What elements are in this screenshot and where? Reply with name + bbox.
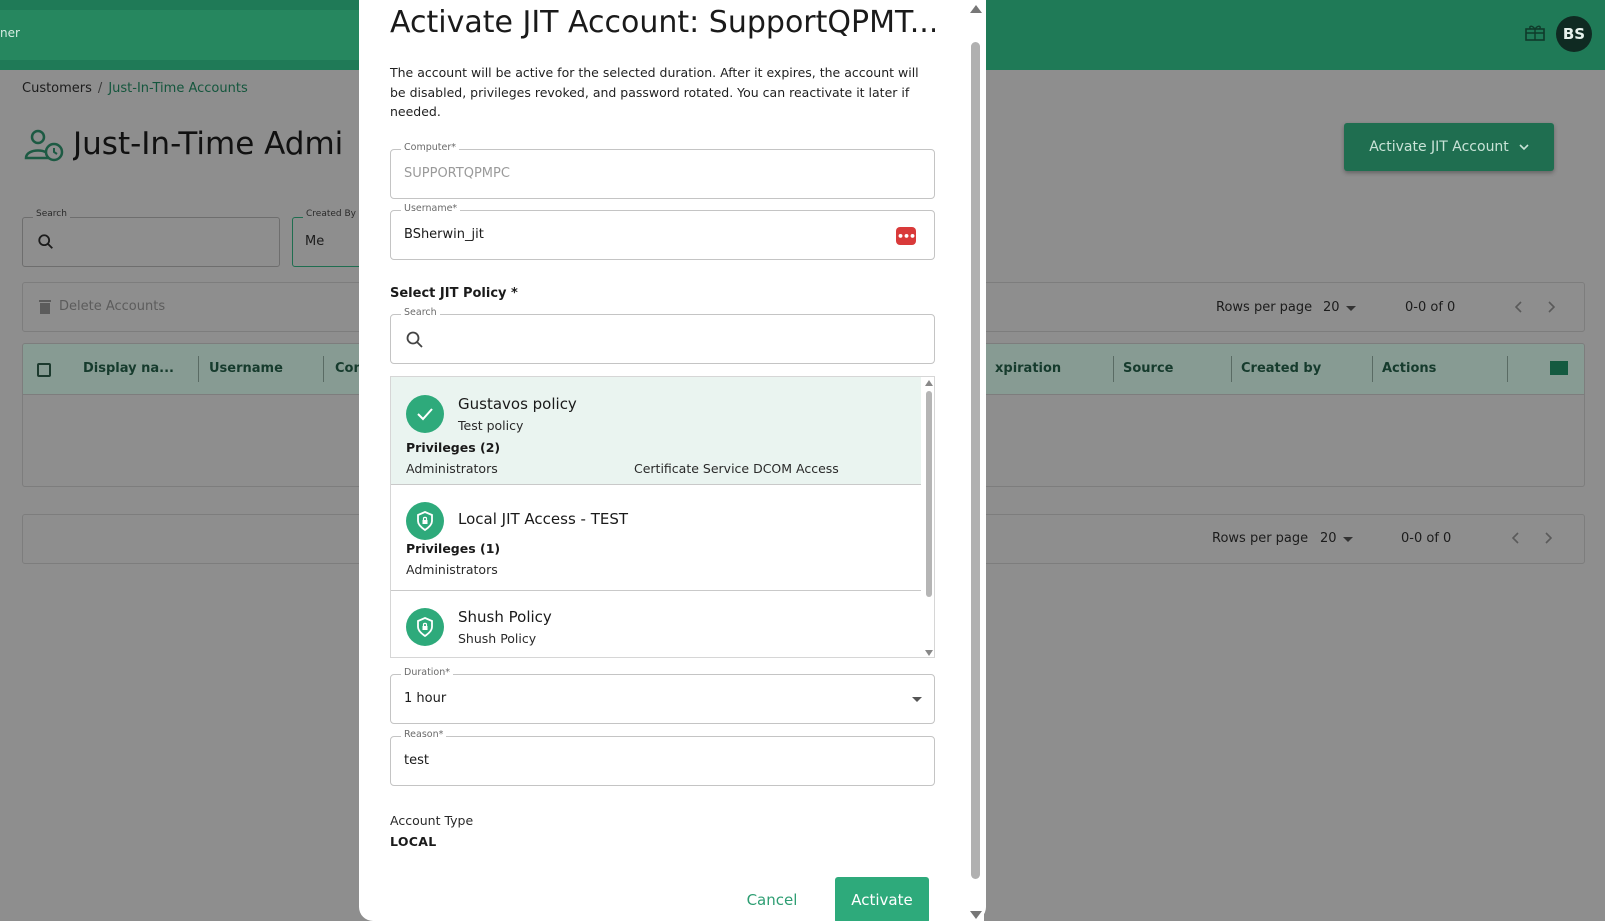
scroll-up-arrow-icon[interactable] [925,380,933,386]
created-by-value: Me [305,234,325,249]
activate-jit-account-label: Activate JIT Account [1369,139,1509,155]
privilege-item: Certificate Service DCOM Access [634,461,839,476]
footer-pagination-range: 0-0 of 0 [1401,531,1452,546]
policy-description: Test policy [458,418,524,433]
rows-per-page-select[interactable]: 20 [1323,300,1340,315]
search-filter-field[interactable]: Search [22,209,280,267]
reason-field[interactable]: Reason* test [390,729,935,786]
select-jit-policy-label: Select JIT Policy * [390,286,518,301]
username-label: Username* [401,203,461,214]
column-divider[interactable] [198,356,199,382]
search-filter-label: Search [33,209,70,219]
created-by-label: Created By [303,209,359,219]
reason-label: Reason* [401,729,447,740]
dialog-description: The account will be active for the selec… [390,65,919,119]
computer-field: Computer* SUPPORTQPMPC [390,142,935,199]
next-page-icon[interactable] [1547,301,1555,313]
shield-lock-icon [406,608,444,646]
user-clock-icon [24,129,64,162]
policy-name: Local JIT Access - TEST [458,510,629,528]
breadcrumb-item-jit-accounts[interactable]: Just-In-Time Accounts [108,81,247,96]
nav-tab-highlight [0,10,360,60]
policy-name: Shush Policy [458,608,552,626]
breadcrumb-item-customers[interactable]: Customers [22,81,92,96]
activate-button[interactable]: Activate [835,877,929,921]
username-value: BSherwin_jit [404,227,484,242]
app-brand-fragment: ner [0,26,20,40]
rows-per-page-label: Rows per page [1216,300,1313,315]
duration-select[interactable]: Duration* 1 hour [390,667,935,724]
scroll-up-arrow-icon[interactable] [970,5,982,13]
policy-item[interactable]: Local JIT Access - TEST Privileges (1) A… [391,485,921,591]
created-by-filter[interactable]: Created By Me [292,209,362,267]
user-avatar[interactable]: BS [1556,16,1592,52]
scrollbar-thumb[interactable] [926,391,932,597]
privilege-item: Administrators [406,562,498,577]
policy-item[interactable]: Gustavos policy Test policy Privileges (… [391,377,921,485]
trash-icon [39,300,51,314]
scrollbar-thumb[interactable] [971,42,980,879]
username-field[interactable]: Username* BSherwin_jit ••• [390,203,935,260]
computer-value: SUPPORTQPMPC [404,166,510,181]
breadcrumb: Customers / Just-In-Time Accounts [22,81,248,96]
column-header-created-by[interactable]: Created by [1241,361,1321,376]
cancel-button[interactable]: Cancel [739,877,805,921]
scroll-down-arrow-icon[interactable] [925,650,933,656]
prev-page-icon[interactable] [1512,532,1520,544]
column-divider[interactable] [1507,356,1508,382]
column-header-username[interactable]: Username [209,361,283,376]
dropdown-caret-icon [912,697,922,702]
scroll-down-arrow-icon[interactable] [970,911,982,919]
next-page-icon[interactable] [1544,532,1552,544]
footer-rows-per-page-select[interactable]: 20 [1320,531,1337,546]
policy-search-label: Search [401,307,440,318]
check-icon [406,395,444,433]
reason-value: test [404,753,429,768]
computer-label: Computer* [401,142,459,153]
column-header-display-name[interactable]: Display na... [83,361,174,376]
column-header-actions[interactable]: Actions [1382,361,1436,376]
select-all-checkbox[interactable] [37,363,51,377]
page-title: Just-In-Time Admi [73,126,344,162]
search-icon [38,234,53,249]
dialog-scrollbar[interactable] [967,0,984,921]
prev-page-icon[interactable] [1515,301,1523,313]
chevron-down-icon [1519,143,1529,150]
activate-jit-dialog: Activate JIT Account: SupportQPMT... The… [359,0,986,921]
search-icon [406,331,423,348]
policy-list-scrollbar[interactable] [923,377,934,657]
policy-list: Gustavos policy Test policy Privileges (… [390,376,935,658]
gift-icon[interactable] [1525,23,1545,41]
delete-accounts-button[interactable]: Delete Accounts [59,299,165,314]
policy-name: Gustavos policy [458,395,577,413]
column-header-expiration[interactable]: xpiration [995,361,1061,376]
column-settings-icon[interactable] [1550,361,1568,375]
dialog-title: Activate JIT Account: SupportQPMT... [390,5,935,40]
duration-value: 1 hour [404,691,447,706]
column-divider[interactable] [1113,356,1114,382]
column-header-source[interactable]: Source [1123,361,1173,376]
account-type-value: LOCAL [390,834,437,849]
privileges-header: Privileges (2) [406,440,501,455]
activate-jit-account-button[interactable]: Activate JIT Account [1344,123,1554,171]
column-divider[interactable] [1372,356,1373,382]
shield-lock-icon [406,502,444,540]
column-divider[interactable] [323,356,324,382]
policy-description: Shush Policy [458,631,537,646]
duration-label: Duration* [401,667,454,678]
column-divider[interactable] [1231,356,1232,382]
breadcrumb-separator: / [97,81,103,96]
footer-rows-per-page-label: Rows per page [1212,531,1309,546]
dropdown-caret-icon [1343,537,1353,542]
password-manager-icon[interactable]: ••• [896,227,916,245]
account-type-label: Account Type [390,813,474,828]
policy-item[interactable]: Shush Policy Shush Policy [391,591,921,657]
privileges-header: Privileges (1) [406,541,501,556]
pagination-range: 0-0 of 0 [1405,300,1456,315]
privilege-item: Administrators [406,461,498,476]
dropdown-caret-icon [1346,306,1356,311]
policy-search-input[interactable]: Search [390,307,935,364]
